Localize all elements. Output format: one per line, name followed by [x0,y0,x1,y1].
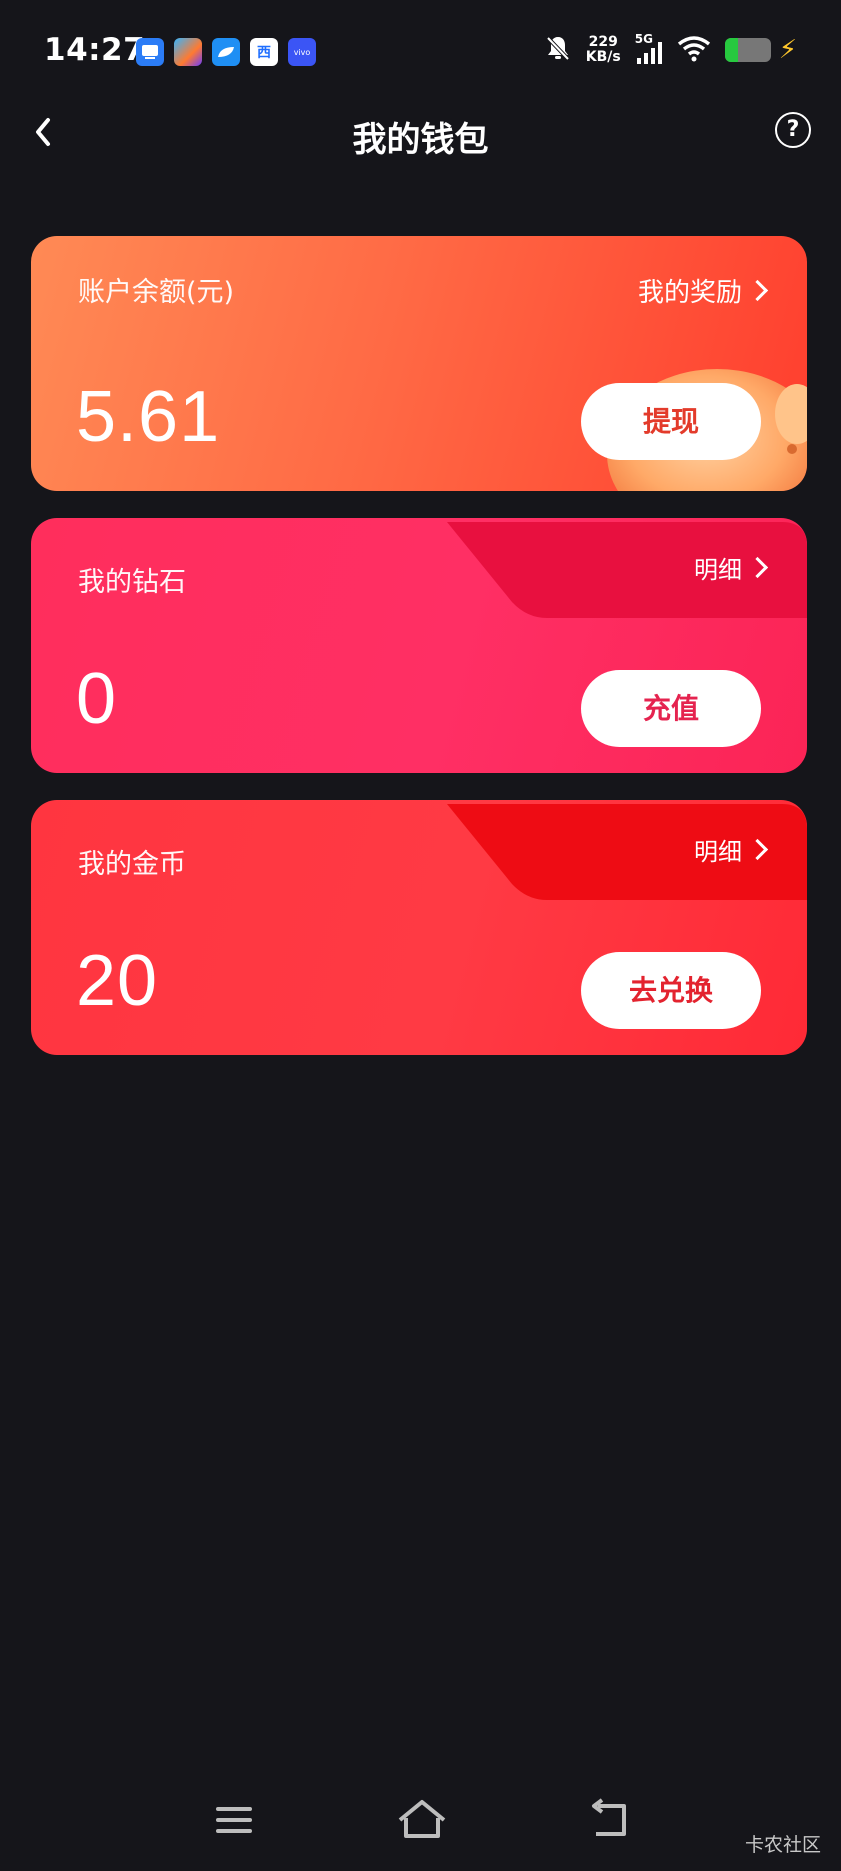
chevron-right-icon [746,838,769,861]
coin-detail-link[interactable]: 明细 [694,832,769,867]
chevron-right-icon [746,279,769,302]
system-back-button[interactable] [580,1790,640,1850]
screen-icon [136,38,164,66]
battery-level [724,38,738,62]
diamond-detail-label: 明细 [694,556,742,584]
system-navigation-bar [0,1790,841,1860]
signal-strength: 5G [635,32,663,66]
back-arrow-icon [592,1798,626,1836]
home-button[interactable] [392,1790,452,1850]
balance-value: 5.61 [76,377,221,457]
chevron-right-icon [746,556,769,579]
recharge-button[interactable]: 充值 [581,670,761,747]
diamond-detail-link[interactable]: 明细 [694,550,769,585]
mute-icon [544,34,572,66]
coin-detail-label: 明细 [694,838,742,866]
wifi-icon [677,34,711,66]
battery-icon [724,38,771,62]
watermark: 卡农社区 [744,1834,821,1856]
help-icon: ? [786,117,800,142]
menu-icon [216,1807,252,1833]
status-bar: 14:27 西 vivo 229 KB/s 5G ⚡ [0,0,841,100]
notification-app-icons: 西 vivo [136,38,316,66]
xi-icon: 西 [250,38,278,66]
gallery-icon [174,38,202,66]
charging-icon: ⚡ [778,35,797,65]
help-button[interactable]: ? [775,112,811,148]
my-rewards-label: 我的奖励 [637,278,742,308]
withdraw-button[interactable]: 提现 [581,383,761,460]
home-icon [398,1800,446,1838]
leaf-icon [212,38,240,66]
network-speed: 229 KB/s [585,34,621,65]
header-bar: 我的钱包 ? [0,100,841,164]
diamond-value: 0 [76,659,118,739]
status-time: 14:27 [44,32,146,68]
exchange-button[interactable]: 去兑换 [581,952,761,1029]
diamond-label: 我的钻石 [78,567,186,598]
balance-card: 账户余额(元) 我的奖励 5.61 提现 [31,236,807,491]
diamond-card: 我的钻石 明细 0 充值 [31,518,807,773]
status-indicators: 229 KB/s 5G ⚡ [544,32,797,66]
recent-apps-button[interactable] [204,1790,264,1850]
vivo-icon: vivo [288,38,316,66]
my-rewards-link[interactable]: 我的奖励 [637,272,769,309]
page-title: 我的钱包 [352,120,489,160]
coin-value: 20 [76,941,159,1021]
balance-label: 账户余额(元) [78,277,235,308]
coin-label: 我的金币 [78,849,186,880]
coin-card: 我的金币 明细 20 去兑换 [31,800,807,1055]
